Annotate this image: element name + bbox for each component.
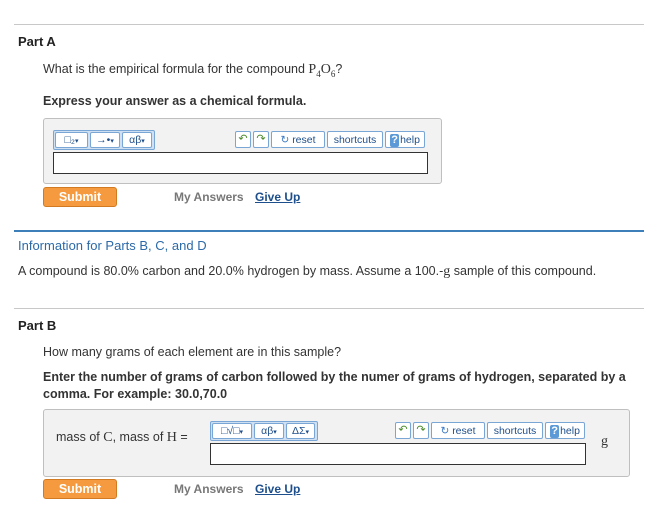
part-a-answer-panel: □₂▾ →•▾ αβ▾ ↶ ↷ ↻ reset shortcuts ? help xyxy=(43,118,442,184)
shortcuts-button[interactable]: shortcuts xyxy=(327,131,383,148)
part-b-instruction: Enter the number of grams of carbon foll… xyxy=(43,370,626,401)
info-title: Information for Parts B, C, and D xyxy=(18,238,207,253)
reset-icon: ↻ xyxy=(440,425,450,437)
greek-icon: αβ xyxy=(129,134,142,146)
template-button[interactable]: □₂▾ xyxy=(55,132,88,148)
undo-button[interactable]: ↶ xyxy=(235,131,251,148)
help-icon: ? xyxy=(390,134,400,147)
part-a-answer-input[interactable] xyxy=(53,152,428,174)
redo-icon: ↷ xyxy=(416,424,426,436)
part-b-question: How many grams of each element are in th… xyxy=(43,345,342,359)
template-icon: □√□ xyxy=(221,425,240,437)
part-a-give-up-link[interactable]: Give Up xyxy=(255,190,300,204)
template-button[interactable]: □√□▾ xyxy=(212,423,252,439)
part-b-divider xyxy=(14,308,644,309)
part-a-question: What is the empirical formula for the co… xyxy=(43,62,343,79)
greek-button[interactable]: αβ▾ xyxy=(254,423,284,439)
reset-button[interactable]: ↻ reset xyxy=(271,131,325,148)
help-button[interactable]: ? help xyxy=(385,131,425,148)
part-b-answer-label: mass of C, mass of H = xyxy=(56,430,188,445)
undo-button[interactable]: ↶ xyxy=(395,422,411,439)
redo-button[interactable]: ↷ xyxy=(413,422,429,439)
info-text: A compound is 80.0% carbon and 20.0% hyd… xyxy=(18,264,597,279)
part-b-title: Part B xyxy=(18,318,57,333)
help-button[interactable]: ? help xyxy=(545,422,585,439)
part-b-submit-button[interactable]: Submit xyxy=(43,479,117,499)
reset-icon: ↻ xyxy=(280,134,290,146)
part-b-unit: g xyxy=(601,434,608,449)
part-b-toolbar: □√□▾ αβ▾ ΔΣ▾ xyxy=(210,421,318,441)
part-a-submit-button[interactable]: Submit xyxy=(43,187,117,207)
formula: P4O6 xyxy=(308,62,336,79)
greek-icon: αβ xyxy=(261,425,274,437)
shortcuts-button[interactable]: shortcuts xyxy=(487,422,543,439)
arrow-icon: →• xyxy=(96,134,111,146)
redo-icon: ↷ xyxy=(256,133,266,145)
part-b-give-up-link[interactable]: Give Up xyxy=(255,482,300,496)
arrow-button[interactable]: →•▾ xyxy=(90,132,120,148)
reset-button[interactable]: ↻ reset xyxy=(431,422,485,439)
redo-button[interactable]: ↷ xyxy=(253,131,269,148)
undo-icon: ↶ xyxy=(238,133,248,145)
delta-sigma-icon: ΔΣ xyxy=(291,425,306,437)
greek-button[interactable]: αβ▾ xyxy=(122,132,152,148)
help-icon: ? xyxy=(550,425,560,438)
part-b-answer-input[interactable] xyxy=(210,443,586,465)
template-icon: □₂ xyxy=(64,134,75,146)
part-a-title: Part A xyxy=(18,34,56,49)
part-b-my-answers-link[interactable]: My Answers xyxy=(174,482,244,496)
part-a-instruction: Express your answer as a chemical formul… xyxy=(43,94,307,108)
undo-icon: ↶ xyxy=(398,424,408,436)
top-divider xyxy=(14,24,644,25)
info-divider xyxy=(14,230,644,232)
part-b-answer-panel: mass of C, mass of H = □√□▾ αβ▾ ΔΣ▾ ↶ ↷ … xyxy=(43,409,630,477)
part-a-my-answers-link[interactable]: My Answers xyxy=(174,190,244,204)
delta-sigma-button[interactable]: ΔΣ▾ xyxy=(286,423,315,439)
part-a-toolbar: □₂▾ →•▾ αβ▾ xyxy=(53,130,155,150)
